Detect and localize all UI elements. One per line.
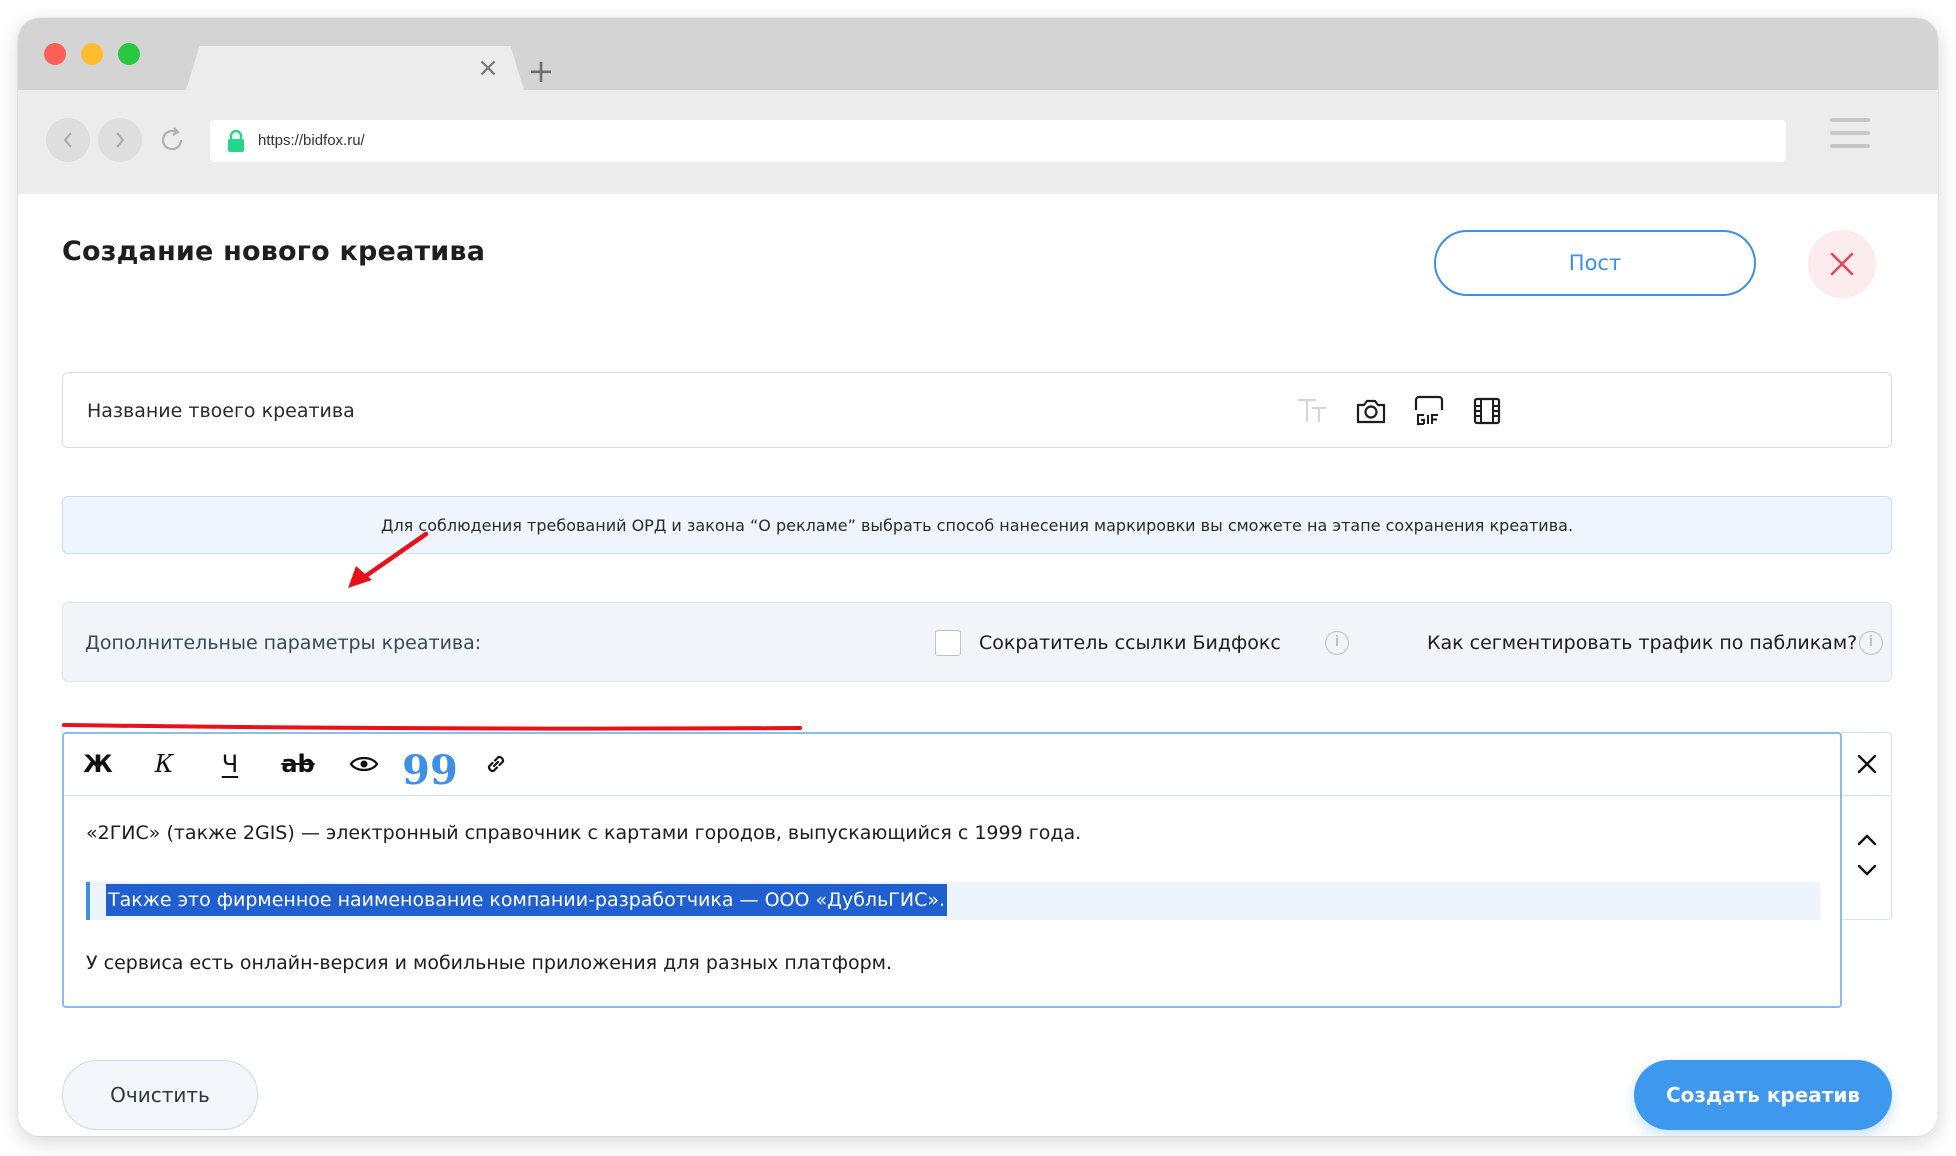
- segment-traffic-link[interactable]: Как сегментировать трафик по пабликам?: [1427, 603, 1857, 683]
- tab-close-icon[interactable]: ×: [472, 52, 504, 84]
- window-close-dot[interactable]: [44, 43, 66, 65]
- shortener-checkbox[interactable]: [935, 630, 961, 656]
- selected-quote-text[interactable]: Также это фирменное наименование компани…: [106, 884, 948, 916]
- tab-strip: × +: [18, 18, 1938, 90]
- shortener-info-icon[interactable]: i: [1325, 631, 1349, 655]
- editor-toolbar: Ж К Ч ab 99: [64, 734, 1840, 796]
- underline-button[interactable]: Ч: [208, 744, 252, 784]
- page-content: Создание нового креатива Пост Название т…: [18, 194, 1938, 1136]
- editor-paragraph[interactable]: «2ГИС» (также 2GIS) — электронный справо…: [86, 822, 1081, 844]
- browser-toolbar: https://bidfox.ru/: [18, 90, 1938, 194]
- video-icon[interactable]: [1467, 391, 1507, 431]
- forward-button[interactable]: [98, 118, 142, 162]
- chevron-up-icon[interactable]: [1852, 829, 1882, 851]
- browser-window: × + https://bidfox.ru/ Создание нового к…: [18, 18, 1938, 1136]
- back-button[interactable]: [46, 118, 90, 162]
- eye-icon: [349, 756, 379, 772]
- window-maximize-dot[interactable]: [118, 43, 140, 65]
- bold-button[interactable]: Ж: [76, 744, 120, 784]
- reload-button[interactable]: [150, 118, 194, 162]
- browser-menu-icon[interactable]: [1830, 118, 1870, 158]
- creative-name-field[interactable]: Название твоего креатива: [62, 372, 1892, 448]
- link-button[interactable]: [474, 744, 518, 784]
- editor-side-controls: [1842, 732, 1892, 920]
- chevron-down-icon[interactable]: [1852, 859, 1882, 881]
- post-type-button[interactable]: Пост: [1434, 230, 1756, 296]
- ord-notice: Для соблюдения требований ОРД и закона “…: [62, 496, 1892, 554]
- quote-button[interactable]: 99: [402, 744, 458, 791]
- new-tab-icon[interactable]: +: [524, 54, 558, 88]
- clear-button[interactable]: Очистить: [62, 1060, 258, 1130]
- chevron-left-icon: [63, 132, 72, 148]
- link-icon: [487, 755, 505, 773]
- remove-editor-button[interactable]: [1848, 745, 1886, 783]
- text-type-icon[interactable]: [1293, 391, 1333, 431]
- page-title: Создание нового креатива: [62, 236, 486, 267]
- shortener-label[interactable]: Сократитель ссылки Бидфокс: [979, 603, 1281, 683]
- chevron-right-icon: [116, 132, 125, 148]
- spoiler-button[interactable]: [342, 744, 386, 784]
- extra-params-panel: Дополнительные параметры креатива: Сокра…: [62, 602, 1892, 682]
- text-editor[interactable]: Ж К Ч ab 99 «2ГИС» (также 2GIS) — электр…: [62, 732, 1842, 1008]
- lock-icon: [228, 129, 244, 152]
- gif-icon[interactable]: [1409, 391, 1449, 431]
- extra-params-label: Дополнительные параметры креатива:: [85, 632, 482, 654]
- camera-icon[interactable]: [1351, 391, 1391, 431]
- side-divider: [1842, 795, 1892, 796]
- segment-info-icon[interactable]: i: [1859, 631, 1883, 655]
- close-icon: [1830, 252, 1854, 276]
- close-icon: [1857, 754, 1877, 774]
- address-bar[interactable]: https://bidfox.ru/: [210, 120, 1786, 162]
- reload-icon: [161, 127, 183, 151]
- quote-block[interactable]: Также это фирменное наименование компани…: [86, 882, 1820, 920]
- create-creative-button[interactable]: Создать креатив: [1634, 1060, 1892, 1130]
- close-button[interactable]: [1808, 230, 1876, 298]
- creative-name-placeholder: Название твоего креатива: [87, 400, 355, 422]
- italic-button[interactable]: К: [142, 744, 186, 784]
- editor-paragraph[interactable]: У сервиса есть онлайн-версия и мобильные…: [86, 952, 892, 974]
- window-minimize-dot[interactable]: [81, 43, 103, 65]
- url-text: https://bidfox.ru/: [258, 132, 365, 149]
- strikethrough-button[interactable]: ab: [276, 744, 320, 784]
